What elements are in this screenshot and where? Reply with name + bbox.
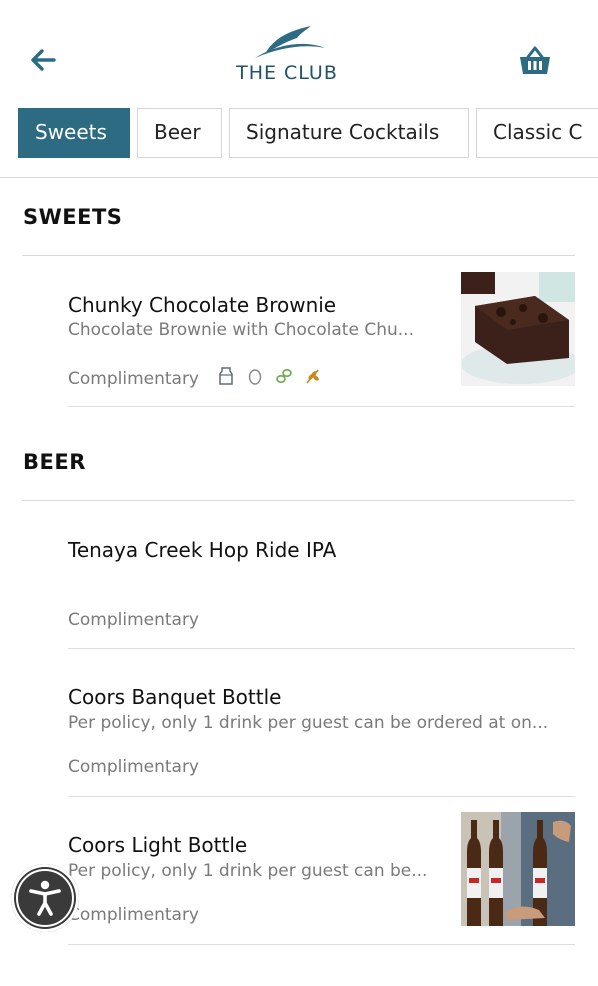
nut-icon — [275, 367, 293, 385]
tab-label: Classic C — [493, 120, 583, 144]
item-price: Complimentary — [68, 757, 199, 777]
back-button[interactable] — [28, 44, 60, 76]
section-title-beer: BEER — [23, 450, 86, 474]
accessibility-button[interactable] — [11, 864, 79, 932]
section-title-sweets: SWEETS — [23, 205, 123, 229]
item-name: Coors Light Bottle — [68, 833, 248, 857]
tab-beer[interactable]: Beer — [137, 108, 222, 158]
item-thumbnail-coors-light — [461, 812, 575, 926]
cart-button[interactable] — [517, 44, 553, 78]
item-description: Per policy, only 1 drink per guest can b… — [68, 713, 549, 733]
milk-icon — [217, 367, 235, 385]
tab-sweets[interactable]: Sweets — [18, 108, 130, 158]
tab-label: Sweets — [35, 120, 107, 144]
menu-item-chunky-chocolate-brownie[interactable]: Chunky Chocolate Brownie Chocolate Brown… — [68, 256, 575, 407]
item-divider — [68, 944, 575, 945]
club-logo: THE CLUB — [228, 22, 346, 90]
item-price: Complimentary — [68, 905, 199, 925]
tab-classic-cocktails[interactable]: Classic C — [476, 108, 598, 158]
logo-text: THE CLUB — [236, 62, 338, 84]
tab-signature-cocktails[interactable]: Signature Cocktails — [229, 108, 469, 158]
accessibility-icon — [29, 880, 61, 916]
item-name: Chunky Chocolate Brownie — [68, 293, 337, 317]
arrow-left-icon — [31, 49, 56, 71]
tabs-divider — [0, 177, 598, 178]
menu-item-coors-banquet-bottle[interactable]: Coors Banquet Bottle Per policy, only 1 … — [68, 649, 575, 797]
tab-label: Signature Cocktails — [246, 120, 440, 144]
item-name: Coors Banquet Bottle — [68, 685, 282, 709]
item-thumbnail-brownie — [461, 272, 575, 386]
app-header: THE CLUB — [0, 0, 598, 100]
menu-item-tenaya-creek-hop-ride-ipa[interactable]: Tenaya Creek Hop Ride IPA Complimentary — [68, 501, 575, 649]
item-price: Complimentary — [68, 610, 199, 630]
egg-icon — [246, 367, 264, 385]
item-name: Tenaya Creek Hop Ride IPA — [68, 538, 337, 562]
logo-swoosh-icon — [255, 26, 325, 58]
category-tabs: Sweets Beer Signature Cocktails Classic … — [18, 108, 598, 162]
tab-label: Beer — [154, 120, 201, 144]
item-description: Per policy, only 1 drink per guest can b… — [68, 861, 428, 881]
item-price: Complimentary — [68, 369, 199, 389]
basket-icon — [520, 46, 550, 74]
menu-item-coors-light-bottle[interactable]: Coors Light Bottle Per policy, only 1 dr… — [68, 797, 575, 945]
dietary-icons — [217, 367, 322, 385]
wheat-icon — [304, 367, 322, 385]
item-description: Chocolate Brownie with Chocolate Chu... — [68, 320, 414, 340]
item-divider — [68, 406, 575, 407]
